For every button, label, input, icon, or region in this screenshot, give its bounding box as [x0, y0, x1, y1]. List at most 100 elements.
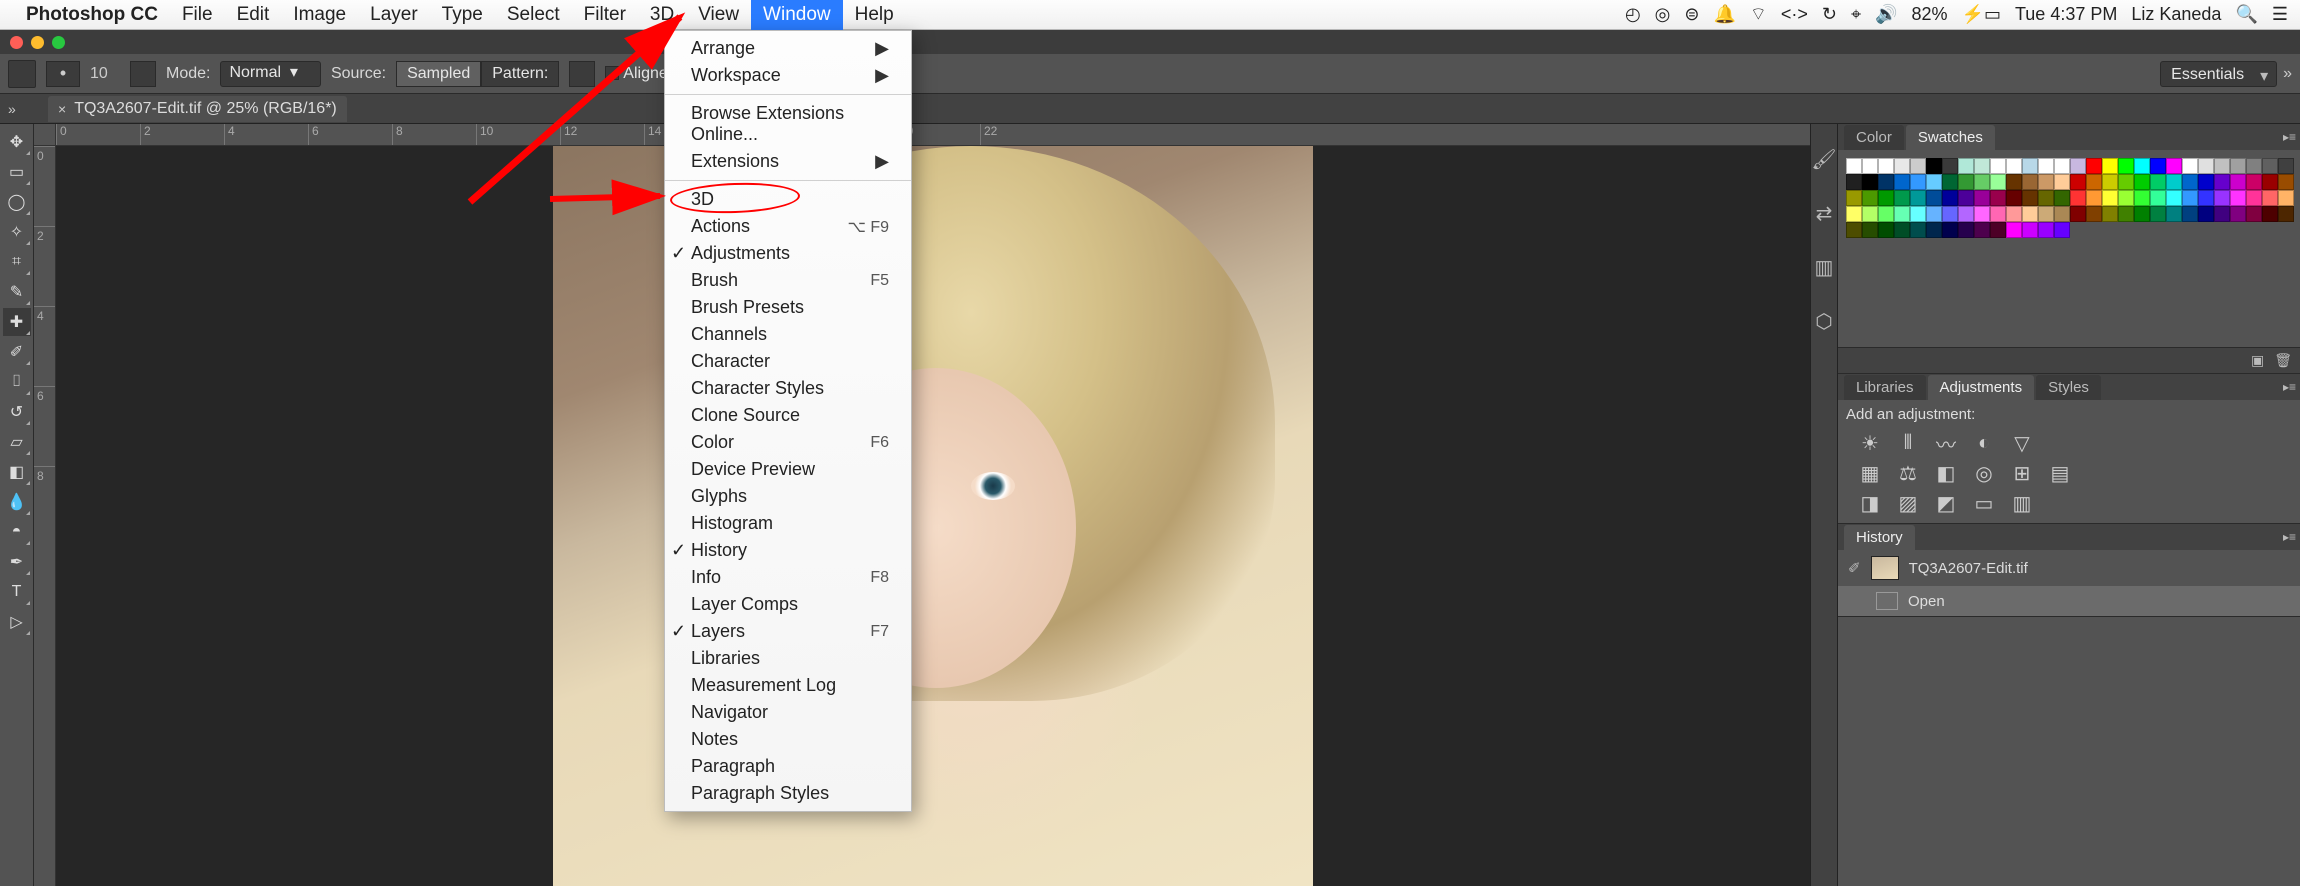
- 3d-panel-icon[interactable]: ⬡: [1811, 308, 1837, 334]
- swatch[interactable]: [2278, 190, 2294, 206]
- brush-tool[interactable]: ✐: [3, 338, 31, 366]
- swatch[interactable]: [1990, 158, 2006, 174]
- swatch[interactable]: [1878, 222, 1894, 238]
- channel-mixer-icon[interactable]: ⊞: [2010, 463, 2034, 483]
- swatch[interactable]: [2054, 222, 2070, 238]
- path-select-tool[interactable]: ▷: [3, 608, 31, 636]
- swatch[interactable]: [1974, 174, 1990, 190]
- swatch[interactable]: [1846, 206, 1862, 222]
- swatch[interactable]: [1974, 206, 1990, 222]
- swatch[interactable]: [2182, 158, 2198, 174]
- menu-item-workspace[interactable]: Workspace▶: [665, 62, 911, 89]
- swatch[interactable]: [2022, 174, 2038, 190]
- color-balance-icon[interactable]: ⚖: [1896, 463, 1920, 483]
- swatch[interactable]: [2214, 158, 2230, 174]
- swatch[interactable]: [2198, 174, 2214, 190]
- swatch[interactable]: [1942, 190, 1958, 206]
- swatch[interactable]: [2070, 174, 2086, 190]
- blend-mode-select[interactable]: Normal ▾: [220, 61, 320, 87]
- swatch[interactable]: [2262, 158, 2278, 174]
- close-window-button[interactable]: [10, 36, 23, 49]
- panel-flyout-icon[interactable]: ▸≡: [2283, 130, 2296, 144]
- battery-text[interactable]: 82%: [1912, 4, 1948, 25]
- code-icon[interactable]: <·>: [1781, 4, 1808, 25]
- swatch[interactable]: [2278, 174, 2294, 190]
- swatch[interactable]: [1942, 222, 1958, 238]
- swatch[interactable]: [1862, 174, 1878, 190]
- swatch[interactable]: [1878, 206, 1894, 222]
- swatch[interactable]: [2022, 190, 2038, 206]
- swatch[interactable]: [1942, 206, 1958, 222]
- toggle-brush-panel-button[interactable]: [130, 61, 156, 87]
- menu-item-3d[interactable]: 3D: [665, 186, 911, 213]
- swatch[interactable]: [1974, 158, 1990, 174]
- levels-icon[interactable]: ⫴: [1896, 433, 1920, 453]
- swatch[interactable]: [2102, 158, 2118, 174]
- swatch[interactable]: [2198, 190, 2214, 206]
- swatch[interactable]: [1862, 158, 1878, 174]
- swatch[interactable]: [2182, 190, 2198, 206]
- swatch[interactable]: [2230, 206, 2246, 222]
- swatch[interactable]: [2006, 174, 2022, 190]
- hue-sat-icon[interactable]: ▦: [1858, 463, 1882, 483]
- search-icon[interactable]: »: [2283, 65, 2292, 83]
- history-brush-tool[interactable]: ↺: [3, 398, 31, 426]
- swatch[interactable]: [1990, 174, 2006, 190]
- swatch[interactable]: [2102, 190, 2118, 206]
- new-swatch-icon[interactable]: ▣: [2251, 352, 2264, 369]
- source-pattern-button[interactable]: Pattern:: [481, 61, 559, 87]
- swatch[interactable]: [1910, 190, 1926, 206]
- menu-3d[interactable]: 3D: [638, 0, 686, 30]
- source-sampled-button[interactable]: Sampled: [396, 61, 481, 87]
- swatch[interactable]: [1894, 174, 1910, 190]
- invert-icon[interactable]: ◨: [1858, 493, 1882, 513]
- swatch[interactable]: [1974, 190, 1990, 206]
- close-tab-icon[interactable]: ×: [58, 101, 66, 117]
- menu-help[interactable]: Help: [843, 0, 906, 30]
- color-lookup-icon[interactable]: ▤: [2048, 463, 2072, 483]
- tab-adjustments[interactable]: Adjustments: [1928, 375, 2035, 400]
- ruler-vertical[interactable]: 02468: [34, 146, 56, 886]
- workspace-switcher[interactable]: Essentials: [2160, 61, 2277, 87]
- swatch[interactable]: [2054, 174, 2070, 190]
- menu-type[interactable]: Type: [430, 0, 495, 30]
- volume-icon[interactable]: 🔊: [1875, 4, 1897, 25]
- menu-item-glyphs[interactable]: Glyphs: [665, 483, 911, 510]
- swatch[interactable]: [2262, 174, 2278, 190]
- tab-history[interactable]: History: [1844, 525, 1915, 550]
- menu-item-character[interactable]: Character: [665, 348, 911, 375]
- eyedropper-tool[interactable]: ✎: [3, 278, 31, 306]
- swatch[interactable]: [1910, 206, 1926, 222]
- swatch[interactable]: [2022, 206, 2038, 222]
- swatch[interactable]: [2134, 174, 2150, 190]
- menu-item-device-preview[interactable]: Device Preview: [665, 456, 911, 483]
- tab-color[interactable]: Color: [1844, 125, 1904, 150]
- swatch[interactable]: [2246, 158, 2262, 174]
- swatch[interactable]: [2198, 206, 2214, 222]
- swatch[interactable]: [1894, 222, 1910, 238]
- swatch[interactable]: [2150, 206, 2166, 222]
- swatch[interactable]: [2086, 158, 2102, 174]
- history-snapshot-row[interactable]: ✐ TQ3A2607-Edit.tif: [1838, 550, 2300, 586]
- quick-select-tool[interactable]: ✧: [3, 218, 31, 246]
- swatch[interactable]: [1958, 158, 1974, 174]
- swatch[interactable]: [2230, 174, 2246, 190]
- swatch[interactable]: [1942, 158, 1958, 174]
- menu-item-history[interactable]: ✓History: [665, 537, 911, 564]
- menu-item-layers[interactable]: ✓LayersF7: [665, 618, 911, 645]
- aligned-checkbox[interactable]: [605, 66, 619, 80]
- swatch[interactable]: [1990, 222, 2006, 238]
- swatch[interactable]: [1958, 206, 1974, 222]
- swatch[interactable]: [2150, 174, 2166, 190]
- menu-item-libraries[interactable]: Libraries: [665, 645, 911, 672]
- posterize-icon[interactable]: ▨: [1896, 493, 1920, 513]
- swatch[interactable]: [2278, 158, 2294, 174]
- swatch[interactable]: [2054, 206, 2070, 222]
- history-step-row[interactable]: Open: [1838, 586, 2300, 616]
- exposure-icon[interactable]: ◐: [1972, 433, 1996, 453]
- zoom-window-button[interactable]: [52, 36, 65, 49]
- ruler-origin[interactable]: [34, 124, 56, 146]
- swatch[interactable]: [2006, 206, 2022, 222]
- current-tool-icon[interactable]: [8, 60, 36, 88]
- swatch[interactable]: [2118, 190, 2134, 206]
